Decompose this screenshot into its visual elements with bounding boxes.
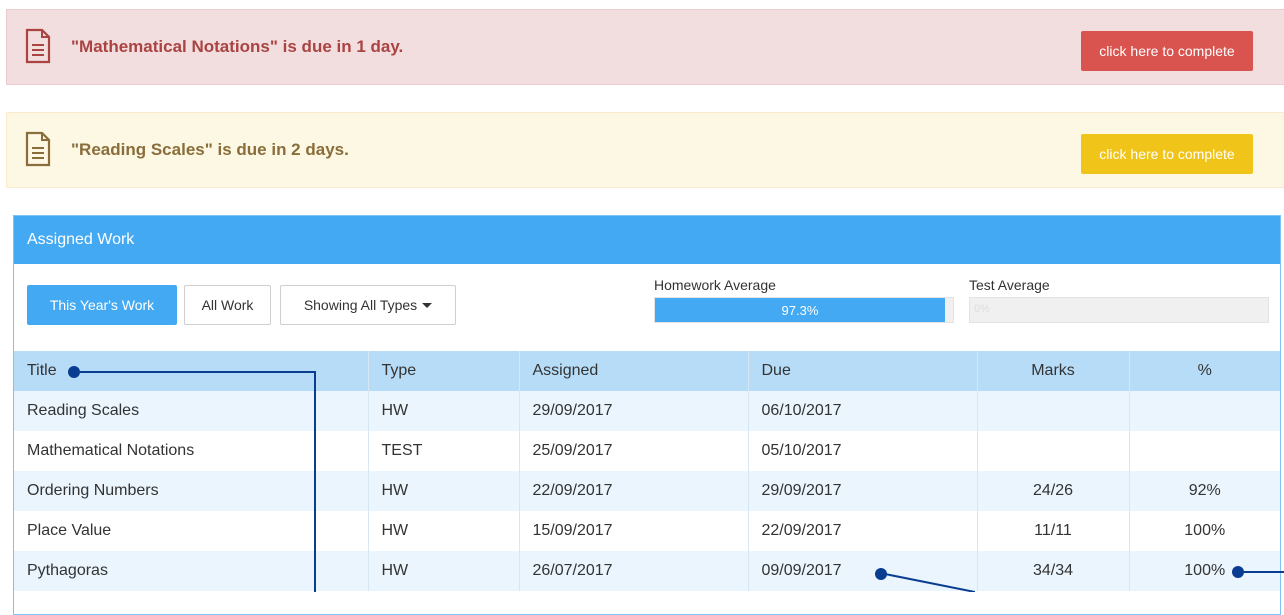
test-average-value: 0% xyxy=(974,303,990,315)
this-years-work-button[interactable]: This Year's Work xyxy=(27,285,177,325)
table-row[interactable]: Pythagoras HW 26/07/2017 09/09/2017 34/3… xyxy=(14,551,1280,591)
cell-assigned: 22/09/2017 xyxy=(518,471,748,511)
cell-percent xyxy=(1128,391,1280,431)
type-filter-dropdown[interactable]: Showing All Types xyxy=(280,285,456,325)
work-toolbar: This Year's Work All Work Showing All Ty… xyxy=(14,264,1280,351)
annotation-dot xyxy=(68,366,80,378)
column-percent[interactable]: % xyxy=(1128,351,1280,391)
due-alert-mathematical-notations: "Mathematical Notations" is due in 1 day… xyxy=(6,9,1284,85)
annotation-line xyxy=(1243,571,1284,573)
homework-average-value: 97.3% xyxy=(781,302,819,318)
type-filter-label: Showing All Types xyxy=(303,297,418,313)
complete-button[interactable]: click here to complete xyxy=(1081,134,1253,174)
table-row[interactable]: Reading Scales HW 29/09/2017 06/10/2017 xyxy=(14,391,1280,431)
panel-title: Assigned Work xyxy=(14,216,1280,264)
document-icon xyxy=(25,131,51,167)
cell-percent: 100% xyxy=(1128,511,1280,551)
cell-type: HW xyxy=(367,511,519,551)
cell-due: 06/10/2017 xyxy=(747,391,977,431)
table-row[interactable]: Place Value HW 15/09/2017 22/09/2017 11/… xyxy=(14,511,1280,551)
annotation-line xyxy=(885,573,975,592)
cell-type: HW xyxy=(367,471,519,511)
cell-assigned: 29/09/2017 xyxy=(518,391,748,431)
alert-message: "Mathematical Notations" is due in 1 day… xyxy=(71,37,404,56)
assigned-work-table: Title Type Assigned Due Marks % Reading … xyxy=(14,351,1280,591)
due-alert-reading-scales: "Reading Scales" is due in 2 days. click… xyxy=(6,112,1284,188)
homework-average-progress: 97.3% xyxy=(654,297,954,323)
column-type[interactable]: Type xyxy=(367,351,519,391)
cell-percent: 92% xyxy=(1128,471,1280,511)
test-average-progress: 0% xyxy=(969,297,1269,323)
cell-marks: 34/34 xyxy=(976,551,1129,591)
cell-marks xyxy=(976,391,1129,431)
cell-type: HW xyxy=(367,551,519,591)
alert-message: "Reading Scales" is due in 2 days. xyxy=(71,140,349,159)
cell-type: HW xyxy=(367,391,519,431)
column-due[interactable]: Due xyxy=(747,351,977,391)
annotation-line xyxy=(80,371,315,373)
table-row[interactable]: Mathematical Notations TEST 25/09/2017 0… xyxy=(14,431,1280,471)
cell-marks xyxy=(976,431,1129,471)
cell-assigned: 25/09/2017 xyxy=(518,431,748,471)
cell-due: 05/10/2017 xyxy=(747,431,977,471)
column-assigned[interactable]: Assigned xyxy=(518,351,748,391)
cell-marks: 24/26 xyxy=(976,471,1129,511)
assigned-work-panel: Assigned Work This Year's Work All Work … xyxy=(13,215,1281,615)
test-average-label: Test Average xyxy=(969,277,1050,293)
caret-down-icon xyxy=(422,302,433,308)
cell-due: 22/09/2017 xyxy=(747,511,977,551)
column-marks[interactable]: Marks xyxy=(976,351,1129,391)
document-icon xyxy=(25,28,51,64)
cell-percent xyxy=(1128,431,1280,471)
all-work-button[interactable]: All Work xyxy=(184,285,271,325)
homework-average-bar: 97.3% xyxy=(655,298,945,322)
homework-average-label: Homework Average xyxy=(654,277,776,293)
cell-assigned: 26/07/2017 xyxy=(518,551,748,591)
annotation-line xyxy=(314,371,316,592)
cell-marks: 11/11 xyxy=(976,511,1129,551)
table-row[interactable]: Ordering Numbers HW 22/09/2017 29/09/201… xyxy=(14,471,1280,511)
cell-due: 29/09/2017 xyxy=(747,471,977,511)
complete-button[interactable]: click here to complete xyxy=(1081,31,1253,71)
cell-type: TEST xyxy=(367,431,519,471)
cell-assigned: 15/09/2017 xyxy=(518,511,748,551)
